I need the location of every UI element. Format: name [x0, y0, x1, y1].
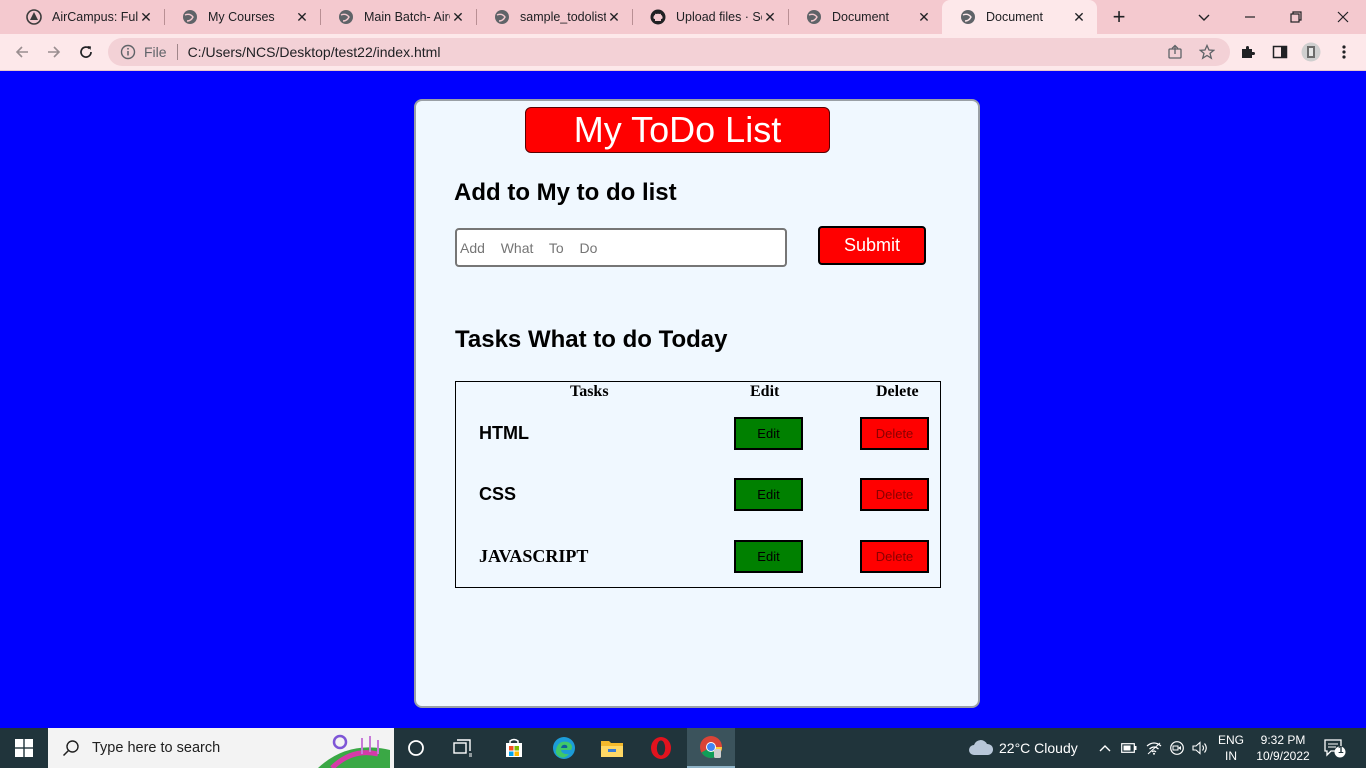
side-panel-icon[interactable]: [1268, 40, 1292, 64]
tab-title: Document: [832, 10, 889, 24]
browser-toolbar: File C:/Users/NCS/Desktop/test22/index.h…: [0, 34, 1366, 71]
cortana-icon[interactable]: [396, 728, 436, 768]
edit-button[interactable]: Edit: [734, 478, 803, 511]
task-name: HTML: [479, 423, 529, 443]
close-window-icon[interactable]: [1331, 5, 1355, 29]
clock[interactable]: 9:32 PM 10/9/2022: [1252, 732, 1314, 764]
globe-icon: [960, 9, 976, 25]
microsoft-store-icon[interactable]: [493, 728, 535, 768]
globe-icon: [182, 9, 198, 25]
delete-button[interactable]: Delete: [860, 540, 929, 573]
battery-icon[interactable]: [1119, 728, 1139, 768]
table-row: JAVASCRIPT Edit Delete: [456, 540, 940, 574]
task-view-icon[interactable]: [443, 728, 483, 768]
add-section-title: Add to My to do list: [454, 179, 677, 206]
language-line2: IN: [1225, 749, 1237, 763]
close-icon[interactable]: ✕: [1071, 9, 1087, 25]
back-icon[interactable]: [9, 39, 35, 65]
language-indicator[interactable]: ENG IN: [1216, 732, 1246, 764]
tab-title: Main Batch- AirC: [364, 10, 450, 24]
opera-icon[interactable]: [640, 728, 682, 768]
language-line1: ENG: [1217, 733, 1244, 747]
new-tab-icon[interactable]: +: [1107, 4, 1131, 29]
chrome-taskbar-icon[interactable]: [687, 728, 735, 768]
restore-icon[interactable]: [1284, 5, 1308, 29]
tab-document[interactable]: Document ✕: [788, 0, 942, 34]
scheme-label: File: [144, 44, 167, 60]
volume-icon[interactable]: [1190, 728, 1210, 768]
close-icon[interactable]: ✕: [916, 9, 932, 25]
column-header-tasks: Tasks: [570, 383, 609, 400]
submit-button[interactable]: Submit: [818, 226, 926, 265]
wifi-icon[interactable]: [1144, 728, 1164, 768]
globe-icon: [338, 9, 354, 25]
aircampus-icon: [26, 9, 42, 25]
profile-avatar[interactable]: [1299, 40, 1323, 64]
notification-icon[interactable]: 1: [1320, 728, 1350, 768]
close-icon[interactable]: ✕: [450, 9, 466, 25]
task-name: CSS: [479, 484, 517, 504]
tab-my-courses[interactable]: My Courses ✕: [164, 0, 320, 34]
tab-title: Upload files · Sor: [676, 10, 762, 24]
edit-button[interactable]: Edit: [734, 540, 803, 573]
clock-date: 10/9/2022: [1256, 749, 1310, 763]
windows-taskbar: Type here to search 22°C Cloudy ENG IN 9…: [0, 728, 1366, 768]
minimize-icon[interactable]: [1238, 5, 1262, 29]
tab-title: AirCampus: Full S: [52, 10, 138, 24]
bookmark-star-icon[interactable]: [1198, 43, 1216, 63]
search-highlight-icon: [318, 732, 390, 768]
forward-icon[interactable]: [41, 39, 67, 65]
weather-text[interactable]: 22°C Cloudy: [999, 740, 1078, 756]
tab-document-active[interactable]: Document ✕: [942, 0, 1097, 34]
taskbar-search[interactable]: Type here to search: [48, 728, 394, 768]
todo-card: My ToDo List Add to My to do list Submit…: [414, 99, 980, 708]
page-title: My ToDo List: [525, 107, 830, 153]
tab-main-batch[interactable]: Main Batch- AirC ✕: [320, 0, 476, 34]
clock-time: 9:32 PM: [1260, 733, 1306, 747]
tab-title: Document: [986, 10, 1043, 24]
tab-sample-todolist[interactable]: sample_todolist.j ✕: [476, 0, 632, 34]
search-icon: [62, 739, 80, 757]
delete-button[interactable]: Delete: [860, 417, 929, 450]
cloudy-weather-icon: [966, 728, 996, 768]
url-text[interactable]: C:/Users/NCS/Desktop/test22/index.html: [188, 44, 441, 60]
meet-now-icon[interactable]: [1167, 728, 1187, 768]
globe-icon: [806, 9, 822, 25]
search-placeholder: Type here to search: [92, 740, 221, 756]
address-bar[interactable]: File C:/Users/NCS/Desktop/test22/index.h…: [108, 38, 1230, 66]
column-header-edit: Edit: [750, 383, 780, 400]
table-row: CSS Edit Delete: [456, 478, 940, 512]
edge-icon[interactable]: [543, 728, 585, 768]
tray-chevron-up-icon[interactable]: [1096, 728, 1114, 768]
browser-tabbar: AirCampus: Full S ✕ My Courses ✕ Main Ba…: [0, 0, 1366, 34]
close-icon[interactable]: ✕: [294, 9, 310, 25]
tasks-table: Tasks Edit Delete HTML Edit Delete CSS E…: [455, 381, 941, 588]
windows-start-icon[interactable]: [0, 728, 48, 768]
tab-upload-files[interactable]: Upload files · Sor ✕: [632, 0, 788, 34]
close-icon[interactable]: ✕: [762, 9, 778, 25]
tab-title: sample_todolist.j: [520, 10, 606, 24]
column-header-delete: Delete: [876, 383, 919, 400]
reload-icon[interactable]: [73, 39, 99, 65]
notification-count: 1: [1338, 745, 1344, 756]
tab-search-chevron-icon[interactable]: [1192, 5, 1216, 29]
share-icon[interactable]: [1167, 44, 1183, 63]
tab-aircampus[interactable]: AirCampus: Full S ✕: [8, 0, 164, 34]
edit-button[interactable]: Edit: [734, 417, 803, 450]
extensions-puzzle-icon[interactable]: [1236, 40, 1260, 64]
github-icon: [650, 9, 666, 25]
tasks-section-title: Tasks What to do Today: [455, 326, 728, 353]
kebab-menu-icon[interactable]: [1332, 40, 1356, 64]
delete-button[interactable]: Delete: [860, 478, 929, 511]
info-icon[interactable]: [120, 44, 136, 60]
tab-title: My Courses: [208, 10, 275, 24]
task-name: JAVASCRIPT: [479, 546, 589, 566]
file-explorer-icon[interactable]: [591, 728, 633, 768]
table-row: HTML Edit Delete: [456, 417, 940, 451]
close-icon[interactable]: ✕: [138, 9, 154, 25]
close-icon[interactable]: ✕: [606, 9, 622, 25]
globe-icon: [494, 9, 510, 25]
todo-input[interactable]: [455, 228, 787, 267]
